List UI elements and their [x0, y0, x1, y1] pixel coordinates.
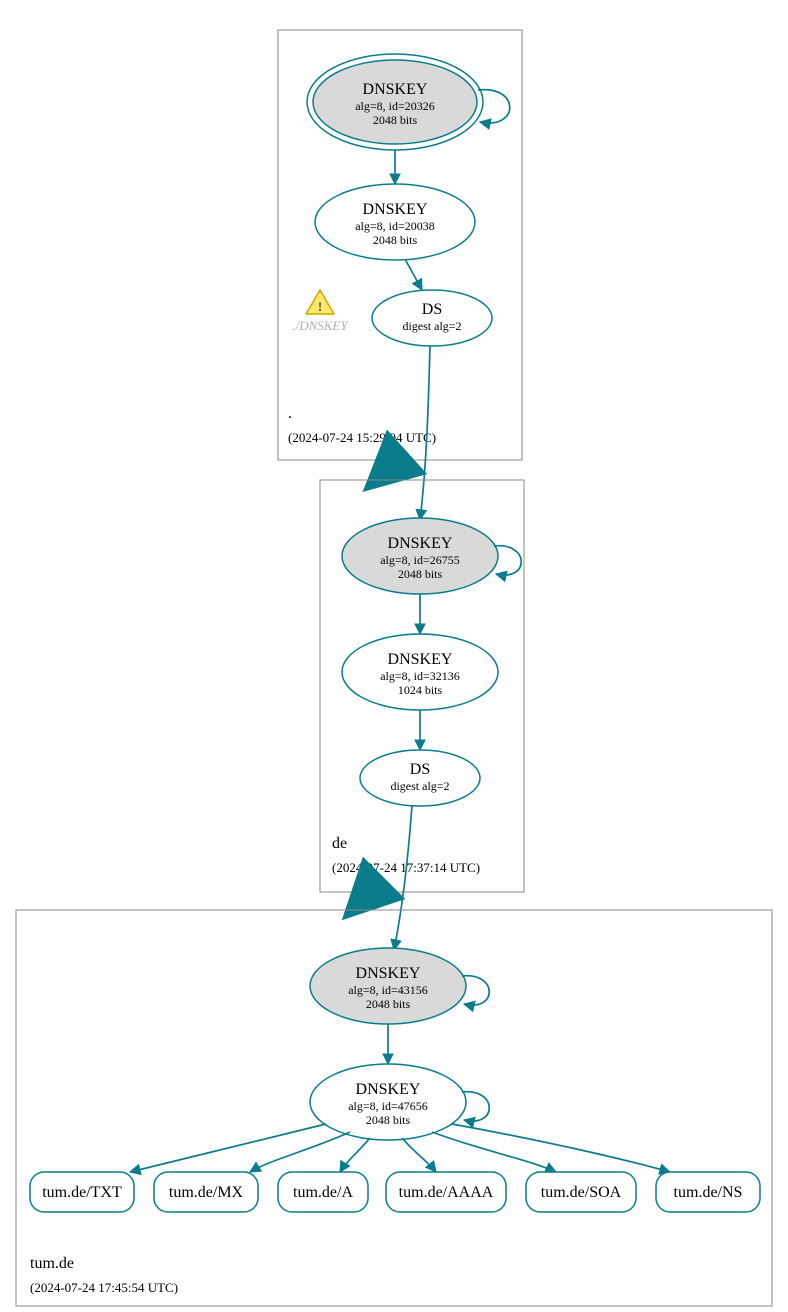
node-de-zsk: DNSKEY alg=8, id=32136 1024 bits: [342, 634, 498, 710]
svg-text:tum.de/SOA: tum.de/SOA: [541, 1184, 622, 1201]
svg-text:!: !: [318, 299, 322, 314]
svg-text:tum.de/TXT: tum.de/TXT: [42, 1184, 122, 1201]
zone-tum-label: tum.de: [30, 1255, 74, 1272]
rrset-a: tum.de/A: [278, 1172, 368, 1212]
edge-root-to-de-box: [367, 460, 398, 488]
svg-text:digest alg=2: digest alg=2: [402, 319, 461, 333]
svg-text:2048 bits: 2048 bits: [398, 567, 443, 581]
node-root-zsk: DNSKEY alg=8, id=20038 2048 bits: [315, 184, 475, 260]
zone-root-timestamp: (2024-07-24 15:29:04 UTC): [288, 430, 436, 445]
svg-text:tum.de/MX: tum.de/MX: [169, 1184, 244, 1201]
rrset-txt: tum.de/TXT: [30, 1172, 134, 1212]
edge-zsk-soa: [432, 1132, 556, 1172]
svg-text:alg=8, id=43156: alg=8, id=43156: [348, 983, 428, 997]
rrset-aaaa: tum.de/AAAA: [386, 1172, 506, 1212]
node-tum-ksk: DNSKEY alg=8, id=43156 2048 bits: [310, 948, 466, 1024]
svg-text:2048 bits: 2048 bits: [373, 233, 418, 247]
dnssec-graph: . (2024-07-24 15:29:04 UTC) DNSKEY alg=8…: [0, 0, 788, 1312]
svg-text:alg=8, id=26755: alg=8, id=26755: [380, 553, 460, 567]
rrset-soa: tum.de/SOA: [526, 1172, 636, 1212]
svg-text:2048 bits: 2048 bits: [366, 1113, 411, 1127]
svg-text:alg=8, id=20038: alg=8, id=20038: [355, 219, 435, 233]
node-de-ds: DS digest alg=2: [360, 750, 480, 806]
edge-zsk-mx: [250, 1132, 350, 1172]
rrset-mx: tum.de/MX: [154, 1172, 258, 1212]
node-tum-zsk: DNSKEY alg=8, id=47656 2048 bits: [310, 1064, 466, 1140]
svg-text:digest alg=2: digest alg=2: [390, 779, 449, 793]
svg-text:DS: DS: [410, 761, 430, 778]
svg-text:2048 bits: 2048 bits: [373, 113, 418, 127]
svg-text:DNSKEY: DNSKEY: [356, 1081, 421, 1098]
svg-text:tum.de/NS: tum.de/NS: [674, 1184, 743, 1201]
svg-text:alg=8, id=32136: alg=8, id=32136: [380, 669, 460, 683]
svg-text:tum.de/AAAA: tum.de/AAAA: [399, 1184, 494, 1201]
edge-de-ds-tum-ksk: [394, 805, 412, 950]
warning-icon: !: [306, 290, 334, 314]
svg-text:DNSKEY: DNSKEY: [356, 965, 421, 982]
node-root-ds: DS digest alg=2: [372, 290, 492, 346]
svg-text:DNSKEY: DNSKEY: [363, 201, 428, 218]
warning-label: ./DNSKEY: [292, 318, 349, 333]
edge-zsk-txt: [130, 1124, 326, 1172]
edge-zsk-ns: [452, 1124, 670, 1172]
node-de-ksk: DNSKEY alg=8, id=26755 2048 bits: [342, 518, 498, 594]
rrset-ns: tum.de/NS: [656, 1172, 760, 1212]
svg-text:alg=8, id=20326: alg=8, id=20326: [355, 99, 435, 113]
svg-text:1024 bits: 1024 bits: [398, 683, 443, 697]
svg-text:DNSKEY: DNSKEY: [363, 81, 428, 98]
svg-text:tum.de/A: tum.de/A: [293, 1184, 353, 1201]
svg-text:2048 bits: 2048 bits: [366, 997, 411, 1011]
node-root-ksk: DNSKEY alg=8, id=20326 2048 bits: [307, 54, 483, 150]
edge-zsk-a: [340, 1138, 370, 1172]
zone-tum-timestamp: (2024-07-24 17:45:54 UTC): [30, 1280, 178, 1295]
edge-zsk-aaaa: [402, 1138, 436, 1172]
svg-text:alg=8, id=47656: alg=8, id=47656: [348, 1099, 428, 1113]
edge-de-to-tum-box: [346, 892, 370, 916]
svg-text:DNSKEY: DNSKEY: [388, 651, 453, 668]
svg-text:DNSKEY: DNSKEY: [388, 535, 453, 552]
zone-root-label: .: [288, 405, 292, 422]
zone-de-label: de: [332, 835, 347, 852]
edge-root-zsk-ds: [405, 259, 422, 290]
svg-text:DS: DS: [422, 301, 442, 318]
